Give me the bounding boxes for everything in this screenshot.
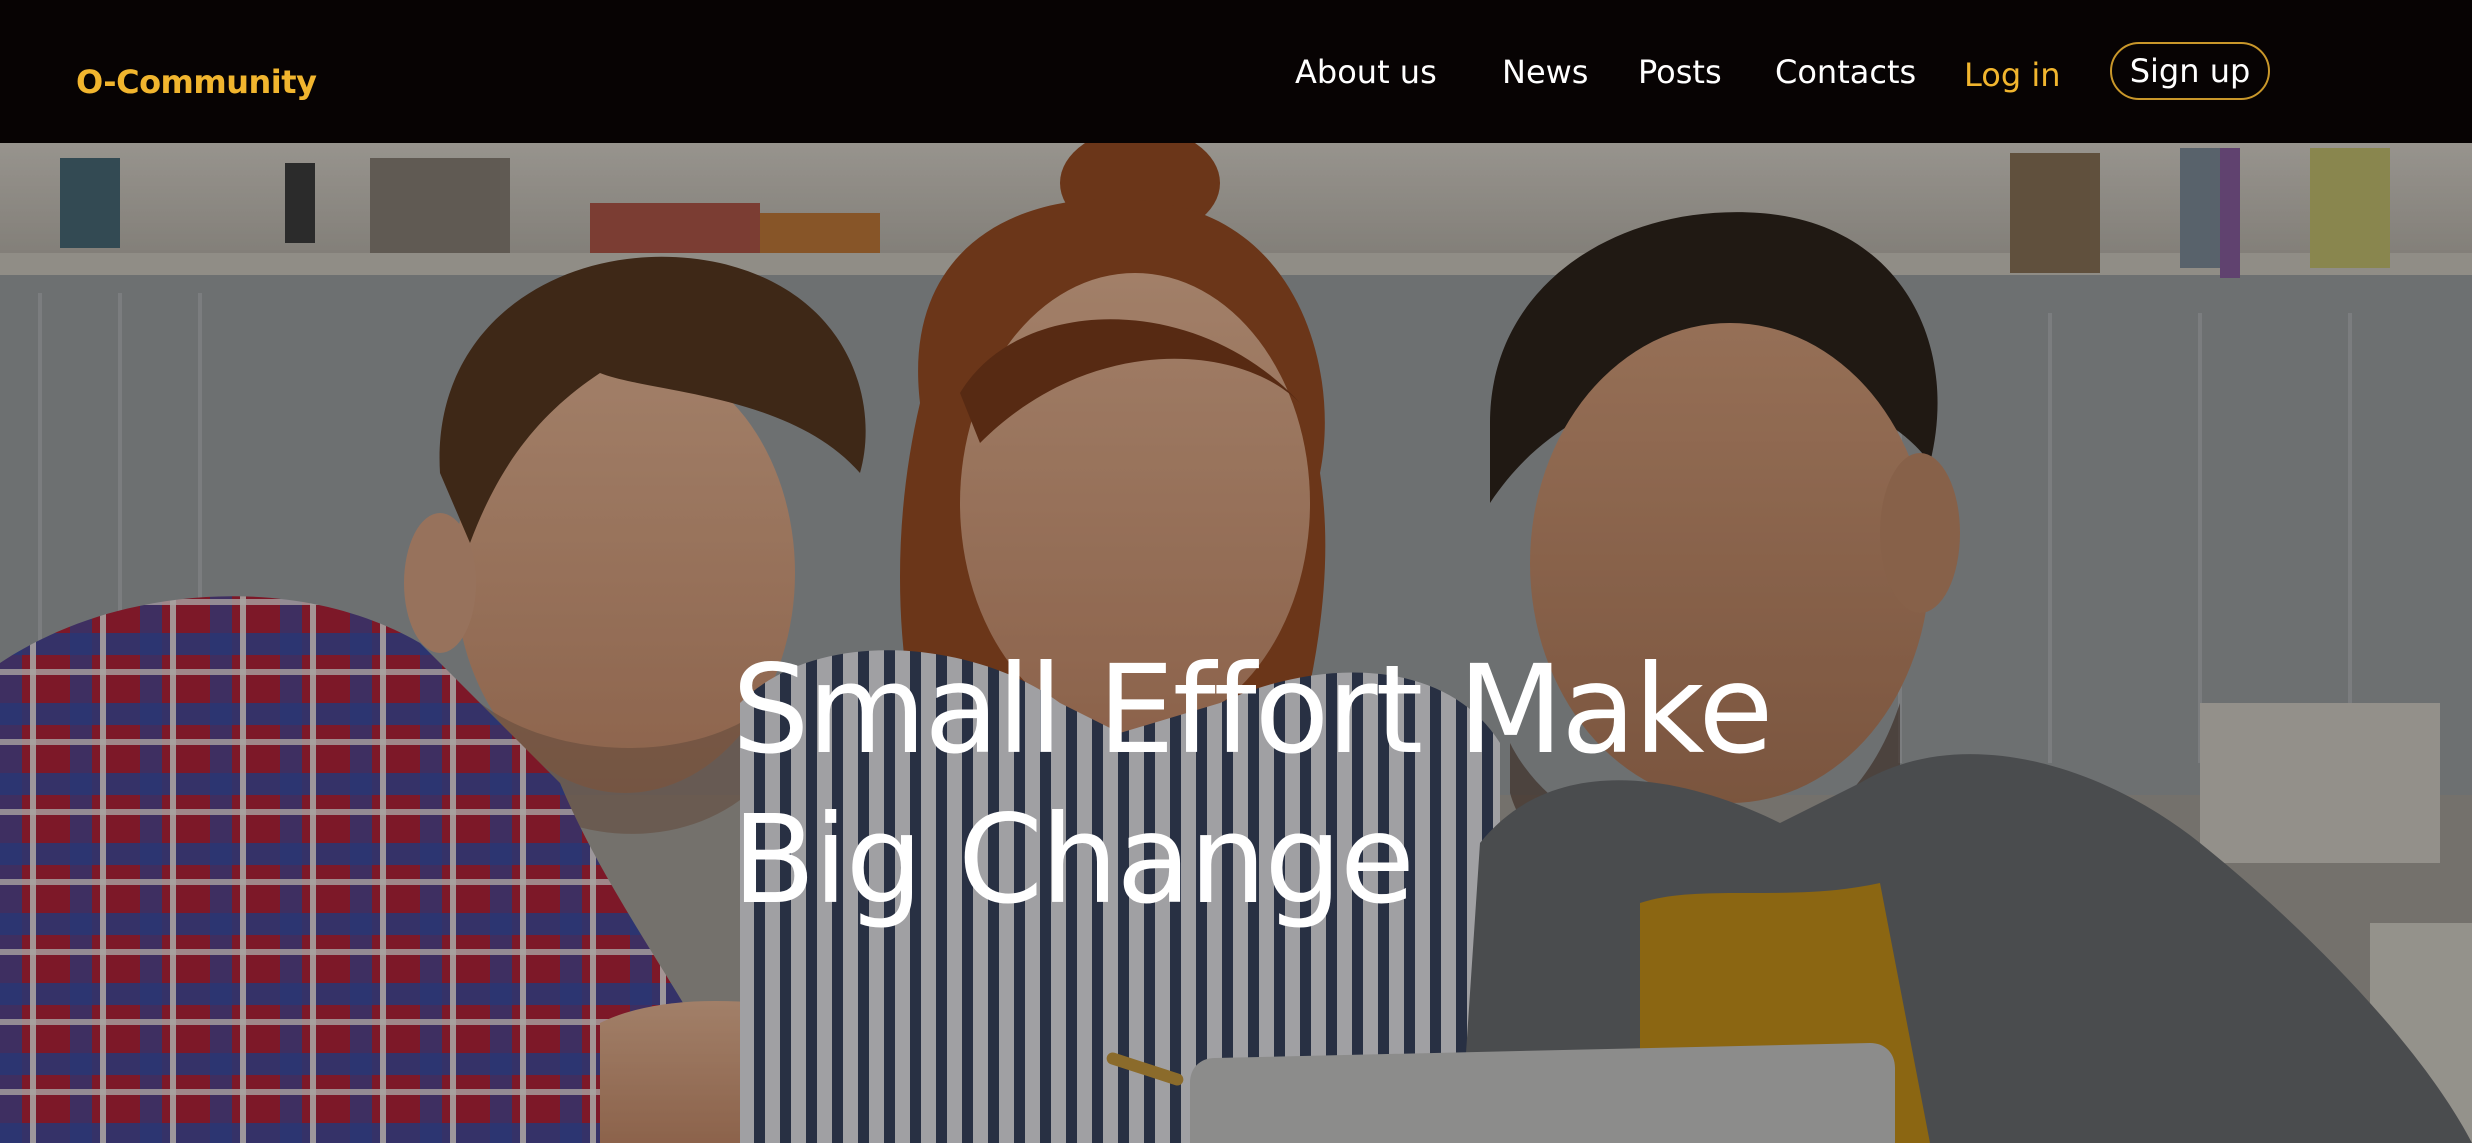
login-link[interactable]: Log in: [1964, 55, 2061, 95]
nav-posts[interactable]: Posts: [1638, 52, 1722, 92]
brand-logo[interactable]: O-Community: [76, 62, 317, 102]
signup-button[interactable]: Sign up: [2110, 42, 2270, 100]
hero-title: Small Effort Make Big Change: [732, 635, 1832, 935]
nav-about-us[interactable]: About us: [1295, 52, 1437, 92]
top-navbar: O-Community About us News Posts Contacts…: [0, 0, 2472, 143]
hero-title-line-1: Small Effort Make: [732, 638, 1773, 781]
landing-page: O-Community About us News Posts Contacts…: [0, 0, 2472, 1143]
nav-news[interactable]: News: [1502, 52, 1588, 92]
nav-contacts[interactable]: Contacts: [1775, 52, 1916, 92]
hero-section: Small Effort Make Big Change: [0, 143, 2472, 1143]
hero-title-line-2: Big Change: [732, 788, 1415, 931]
